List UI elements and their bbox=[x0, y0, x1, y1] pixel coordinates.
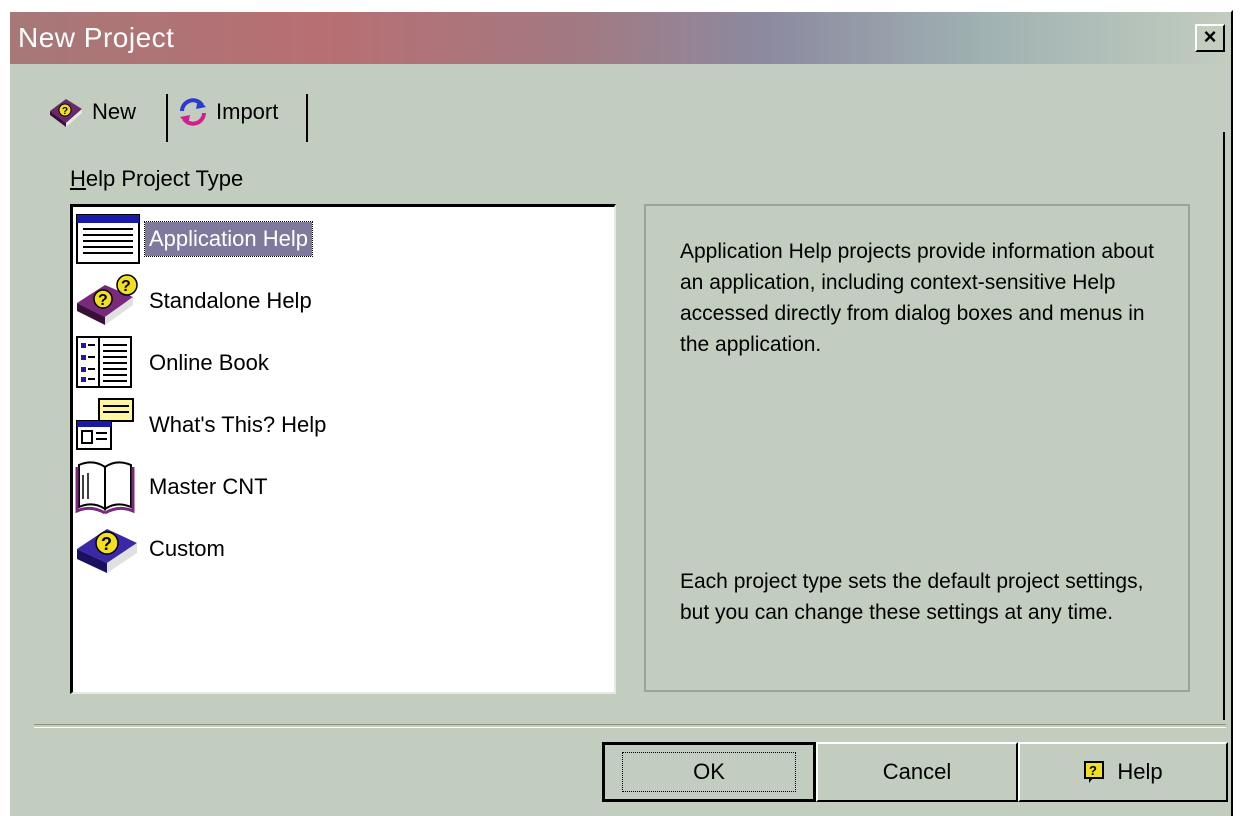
tab-import[interactable]: Import bbox=[176, 86, 278, 138]
help-button[interactable]: ? Help bbox=[1018, 742, 1228, 802]
cancel-button-label: Cancel bbox=[882, 759, 952, 784]
list-item-label: Custom bbox=[149, 536, 225, 561]
cancel-button[interactable]: Cancel bbox=[816, 742, 1018, 802]
svg-text:?: ? bbox=[101, 534, 112, 554]
list-item-standalone-help[interactable]: ? ? Standalone Help bbox=[75, 273, 316, 329]
close-button[interactable]: × bbox=[1195, 24, 1225, 52]
svg-text:?: ? bbox=[98, 292, 108, 309]
tab-panel-border bbox=[1223, 132, 1225, 720]
project-type-list[interactable]: Application Help ? ? Standalone Help Onl… bbox=[70, 204, 616, 694]
ok-button[interactable]: OK bbox=[602, 742, 816, 802]
refresh-arrows-icon bbox=[180, 98, 206, 126]
list-item-online-book[interactable]: Online Book bbox=[75, 335, 273, 391]
application-window-icon bbox=[76, 214, 140, 264]
close-icon: × bbox=[1203, 24, 1217, 49]
window-title: New Project bbox=[18, 22, 175, 53]
tab-new-label: New bbox=[92, 99, 137, 124]
book-question-icon: ? bbox=[50, 99, 82, 127]
list-item-label: Standalone Help bbox=[149, 288, 312, 313]
list-item-application-help[interactable]: Application Help bbox=[75, 211, 313, 267]
svg-text:?: ? bbox=[1089, 763, 1097, 778]
help-question-icon: ? bbox=[1084, 761, 1105, 783]
title-bar[interactable]: New Project × bbox=[10, 12, 1231, 64]
separator bbox=[34, 724, 1226, 728]
help-book-question-icon: ? ? bbox=[77, 274, 138, 325]
svg-text:?: ? bbox=[62, 106, 68, 117]
help-button-label: Help bbox=[1117, 759, 1163, 784]
whats-this-balloon-icon bbox=[76, 398, 134, 450]
description-panel: Application Help projects provide inform… bbox=[644, 204, 1190, 692]
description-text: Application Help projects provide inform… bbox=[680, 240, 1154, 356]
tab-divider bbox=[166, 94, 168, 142]
tab-new[interactable]: ? New bbox=[46, 86, 136, 138]
new-project-dialog: New Project × ? New Import Help Project … bbox=[8, 10, 1233, 816]
list-item-label: What's This? Help bbox=[149, 412, 327, 437]
svg-text:?: ? bbox=[121, 278, 131, 295]
list-item-custom[interactable]: ? Custom bbox=[75, 521, 229, 577]
description-note: Each project type sets the default proje… bbox=[680, 570, 1144, 624]
list-item-label: Online Book bbox=[149, 350, 269, 375]
list-item-whats-this-help[interactable]: What's This? Help bbox=[75, 397, 330, 453]
list-item-master-cnt[interactable]: Master CNT bbox=[75, 459, 272, 515]
list-item-label: Master CNT bbox=[149, 474, 268, 499]
tab-import-label: Import bbox=[216, 99, 279, 124]
tab-divider bbox=[306, 94, 308, 142]
online-book-icon bbox=[76, 336, 132, 388]
custom-question-book-icon: ? bbox=[77, 529, 137, 573]
list-item-label: Application Help bbox=[144, 221, 313, 257]
ok-button-label: OK bbox=[622, 752, 796, 792]
open-book-icon bbox=[75, 461, 135, 515]
help-project-type-label: Help Project Type bbox=[70, 166, 244, 191]
